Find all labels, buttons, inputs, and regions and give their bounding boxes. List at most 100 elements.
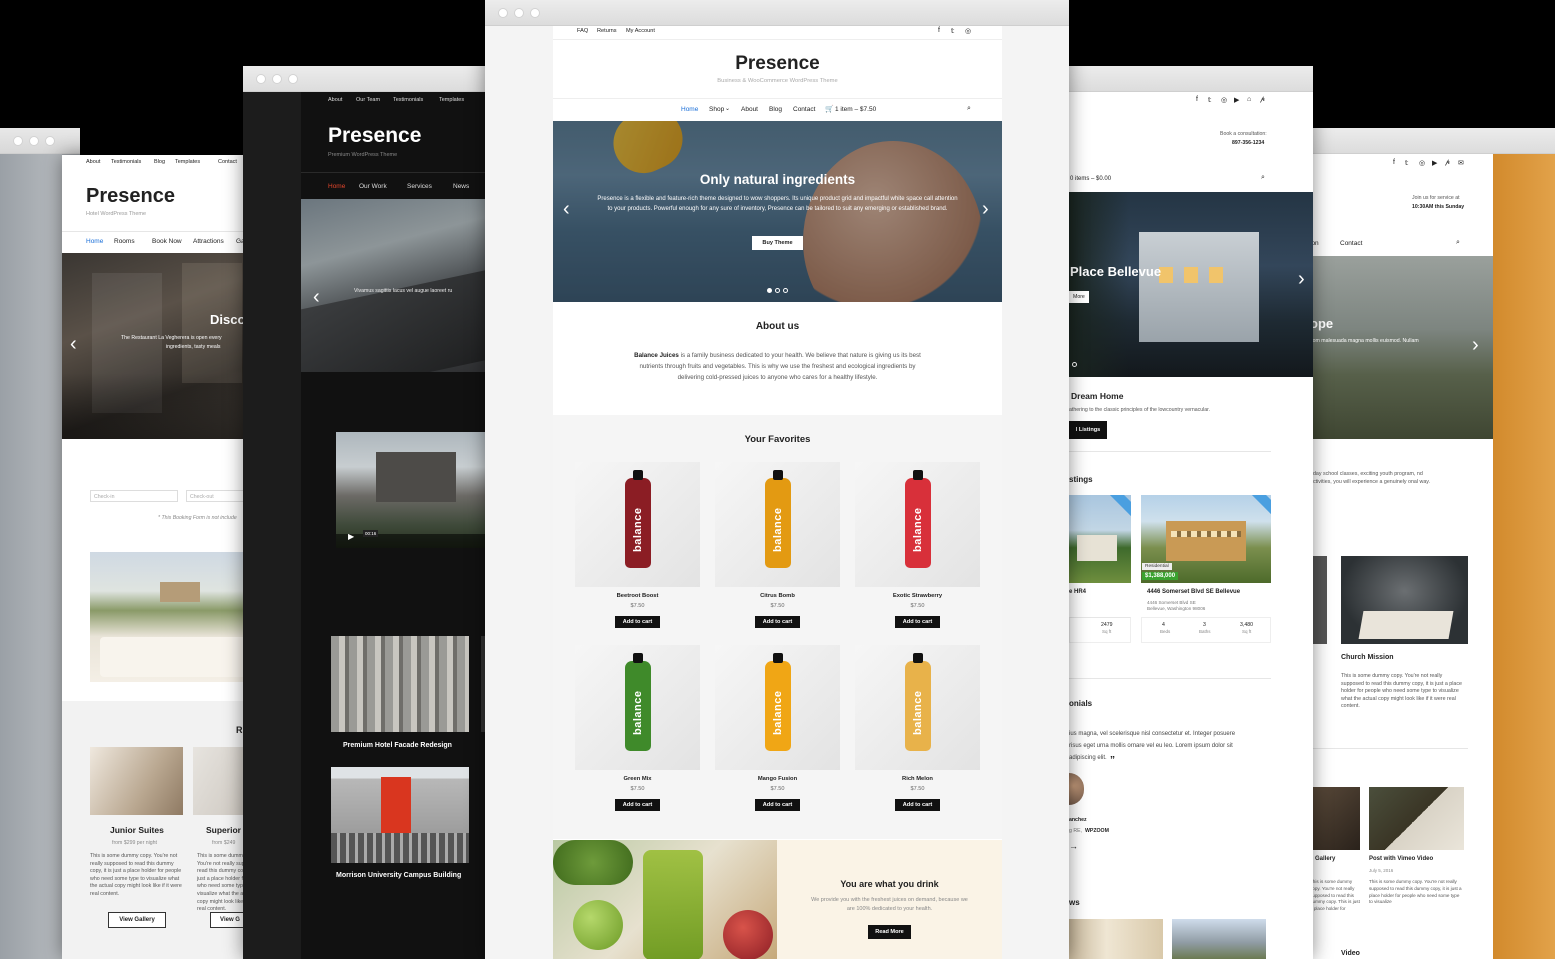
product-image[interactable]: balance	[575, 645, 700, 770]
product-image[interactable]: balance	[715, 645, 840, 770]
product-name[interactable]: Beetroot Boost	[575, 593, 700, 599]
nav-testimonials[interactable]: Testimonials	[111, 159, 141, 165]
nav-about[interactable]: About	[328, 97, 342, 103]
mission-title[interactable]: Church Mission	[1341, 654, 1394, 661]
room2-title[interactable]: Superior	[206, 825, 241, 835]
listing2-title[interactable]: 4446 Somerset Blvd SE Bellevue	[1147, 589, 1240, 595]
gallery-image[interactable]	[1310, 787, 1360, 850]
site-logo[interactable]: Presence	[553, 53, 1002, 75]
product-name[interactable]: Green Mix	[575, 776, 700, 782]
post-title[interactable]: Post with Vimeo Video	[1369, 856, 1433, 862]
menu-contact[interactable]: Contact	[1340, 240, 1362, 247]
room1-title[interactable]: Junior Suites	[110, 825, 164, 835]
all-listings-button[interactable]: l Listings	[1069, 421, 1107, 439]
menu-about[interactable]: About	[741, 106, 758, 113]
instagram-icon[interactable]: ◎	[1419, 159, 1425, 167]
add-to-cart-button[interactable]: Add to cart	[755, 616, 800, 628]
search-icon[interactable]: ⌕	[967, 105, 971, 113]
church-mission-image[interactable]	[1341, 556, 1468, 644]
twitter-icon[interactable]: 𝕥	[1208, 96, 1211, 104]
facebook-icon[interactable]: f	[938, 27, 940, 34]
slider-dot[interactable]	[783, 288, 788, 293]
top-link-faq[interactable]: FAQ	[577, 28, 588, 34]
top-link-returns[interactable]: Returns	[597, 28, 617, 34]
youtube-icon[interactable]: ▶	[1432, 159, 1437, 167]
twitter-icon[interactable]: 𝕥	[1405, 159, 1408, 167]
product-name[interactable]: Citrus Bomb	[715, 593, 840, 599]
cart-summary[interactable]: 0 items – $0.00	[1070, 176, 1111, 182]
add-to-cart-button[interactable]: Add to cart	[615, 616, 660, 628]
product-image[interactable]: balance	[575, 462, 700, 587]
menu-rooms[interactable]: Rooms	[114, 238, 135, 245]
product-name[interactable]: Mango Fusion	[715, 776, 840, 782]
product-name[interactable]: Rich Melon	[855, 776, 980, 782]
instagram-icon[interactable]: ◎	[965, 27, 971, 35]
slider-prev-icon[interactable]: ‹	[313, 286, 320, 309]
site-logo[interactable]: Presence	[328, 124, 421, 148]
menu-attractions[interactable]: Attractions	[193, 238, 224, 245]
menu-news[interactable]: News	[453, 183, 469, 190]
add-to-cart-button[interactable]: Add to cart	[895, 799, 940, 811]
pinterest-icon[interactable]: 𝓅	[1445, 159, 1450, 167]
slider-prev-icon[interactable]: ‹	[563, 198, 570, 221]
vimeo-post-image[interactable]	[1369, 787, 1464, 850]
product-name[interactable]: Exotic Strawberry	[855, 593, 980, 599]
slider-dot[interactable]	[775, 288, 780, 293]
gallery-title[interactable]: c Gallery	[1310, 856, 1335, 862]
project2-title[interactable]: Morrison University Campus Building	[336, 872, 461, 879]
product-image[interactable]: balance	[715, 462, 840, 587]
slider-next-icon[interactable]: ›	[982, 198, 989, 221]
news2-image[interactable]	[1172, 919, 1266, 959]
slider-prev-icon[interactable]: ‹	[70, 333, 77, 356]
menu-contact[interactable]: Contact	[793, 106, 815, 113]
listing1-title[interactable]: e HR4	[1069, 589, 1086, 595]
slider-dot[interactable]	[1072, 362, 1077, 367]
menu-home[interactable]: Home	[681, 106, 698, 113]
hero-more-button[interactable]: More	[1069, 291, 1089, 303]
nav-blog[interactable]: Blog	[154, 159, 165, 165]
menu-shop[interactable]: Shop	[709, 106, 724, 113]
instagram-icon[interactable]: ◎	[1221, 96, 1227, 104]
video-thumbnail[interactable]	[336, 432, 493, 548]
news1-image[interactable]	[1069, 919, 1163, 959]
houzz-icon[interactable]: ⌂	[1247, 96, 1251, 103]
slider-dot-active[interactable]	[767, 288, 772, 293]
next-arrow-icon[interactable]: →	[1069, 841, 1078, 851]
search-icon[interactable]: ⌕	[1456, 239, 1460, 247]
twitter-icon[interactable]: 𝕥	[951, 27, 954, 35]
slider-next-icon[interactable]: ›	[1472, 334, 1479, 357]
site-logo[interactable]: Presence	[86, 185, 175, 208]
menu-our-work[interactable]: Our Work	[359, 183, 387, 190]
listing1-image[interactable]	[1069, 495, 1131, 583]
nav-testimonials[interactable]: Testimonials	[393, 97, 423, 103]
view-gallery-button[interactable]: View Gallery	[108, 912, 166, 928]
add-to-cart-button[interactable]: Add to cart	[615, 799, 660, 811]
mail-icon[interactable]: ✉	[1458, 159, 1464, 167]
checkin-field[interactable]: Check-in	[90, 490, 178, 502]
top-link-my-account[interactable]: My Account	[626, 28, 655, 34]
pinterest-icon[interactable]: 𝓅	[1260, 96, 1265, 104]
nav-templates[interactable]: Templates	[439, 97, 464, 103]
slider-next-icon[interactable]: ›	[1298, 268, 1305, 291]
product-image[interactable]: balance	[855, 462, 980, 587]
add-to-cart-button[interactable]: Add to cart	[895, 616, 940, 628]
project1-title[interactable]: Premium Hotel Facade Redesign	[343, 742, 452, 749]
project1-image[interactable]	[331, 636, 469, 732]
menu-services[interactable]: Services	[407, 183, 432, 190]
search-icon[interactable]: ⌕	[1261, 174, 1265, 182]
menu-book-now[interactable]: Book Now	[152, 238, 182, 245]
menu-home[interactable]: Home	[86, 238, 103, 245]
phone-number[interactable]: 897-356-1234	[1232, 140, 1264, 146]
cart-icon[interactable]: 🛒	[825, 105, 834, 113]
nav-contact[interactable]: Contact	[218, 159, 237, 165]
product-image[interactable]: balance	[855, 645, 980, 770]
nav-templates[interactable]: Templates	[175, 159, 200, 165]
project2-image[interactable]	[331, 767, 469, 863]
facebook-icon[interactable]: f	[1196, 96, 1198, 103]
facebook-icon[interactable]: f	[1393, 159, 1395, 166]
youtube-icon[interactable]: ▶	[1234, 96, 1239, 104]
menu-blog[interactable]: Blog	[769, 106, 782, 113]
read-more-button[interactable]: Read More	[868, 925, 911, 939]
add-to-cart-button[interactable]: Add to cart	[755, 799, 800, 811]
play-icon[interactable]: ▶	[348, 532, 354, 541]
